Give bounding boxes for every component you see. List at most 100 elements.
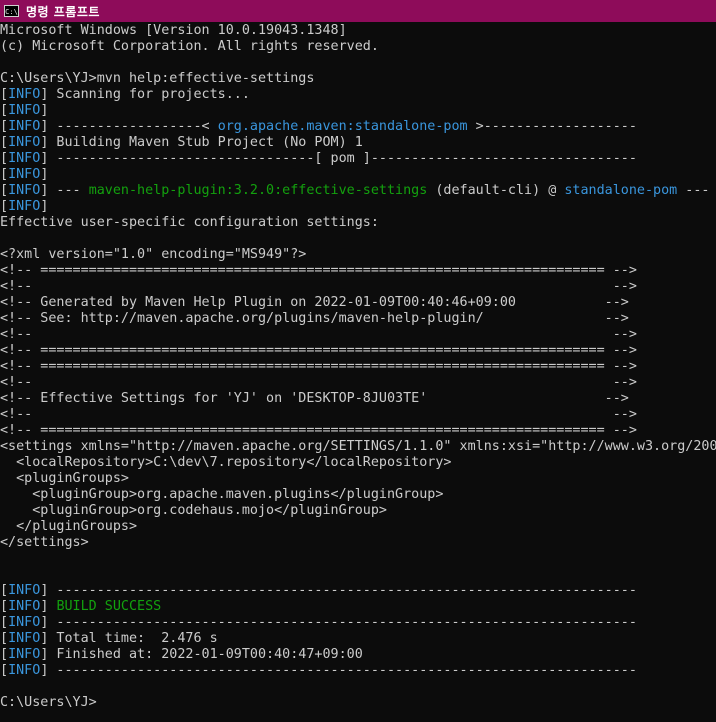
console-text: [ [0,615,9,630]
console-line: [INFO] --------------------------------[… [0,151,716,167]
console-text: <!-- --> [0,407,637,422]
console-line: [INFO] [0,167,716,183]
console-text: ] --------------------------------------… [40,615,637,630]
console-text: ] Finished at: 2022-01-09T00:40:47+09:00 [40,647,363,662]
console-text-info: INFO [8,151,41,166]
console-line: C:\Users\YJ>mvn help:effective-settings [0,71,716,87]
console-text: Effective user-specific configuration se… [0,215,379,230]
console-line: <settings xmlns="http://maven.apache.org… [0,439,716,455]
console-text-info: INFO [8,183,41,198]
title-bar[interactable]: C:\ 명령 프롬프트 [0,0,716,22]
console-line: <localRepository>C:\dev\7.repository</lo… [0,455,716,471]
console-text: ] --------------------------------[ pom … [40,151,637,166]
console-text: <!-- ===================================… [0,263,637,278]
console-line: [INFO] Scanning for projects... [0,87,716,103]
console-line: <!-- ===================================… [0,359,716,375]
console-text: [ [0,647,9,662]
console-text: [ [0,151,9,166]
console-text: <settings xmlns="http://maven.apache.org… [0,439,716,454]
console-line: [INFO] [0,199,716,215]
console-text: [ [0,167,9,182]
console-text: >------------------- [467,119,637,134]
console-line: <!-- ===================================… [0,423,716,439]
console-text-info: INFO [8,631,41,646]
console-text-info: INFO [8,615,41,630]
console-text: [ [0,103,9,118]
console-text: </pluginGroups> [0,519,138,534]
console-text-info: INFO [8,87,41,102]
console-text: [ [0,599,9,614]
command-prompt-window: C:\ 명령 프롬프트 Microsoft Windows [Version 1… [0,0,716,722]
cmd-app-icon: C:\ [4,5,19,17]
console-line: <!-- --> [0,407,716,423]
console-text-info: INFO [8,199,41,214]
console-text: C:\Users\YJ>mvn help:effective-settings [0,71,315,86]
console-line: [INFO] [0,103,716,119]
console-line: [INFO] --- maven-help-plugin:3.2.0:effec… [0,183,716,199]
console-line: <!-- Generated by Maven Help Plugin on 2… [0,295,716,311]
console-text-info: INFO [8,647,41,662]
console-text: Microsoft Windows [Version 10.0.19043.13… [0,23,347,38]
console-text-info: INFO [8,599,41,614]
console-line: [INFO] Building Maven Stub Project (No P… [0,135,716,151]
console-text: ] [40,599,57,614]
console-text: <localRepository>C:\dev\7.repository</lo… [0,455,452,470]
console-text-info: INFO [8,135,41,150]
console-text: ] [40,199,49,214]
console-line: <pluginGroup>org.codehaus.mojo</pluginGr… [0,503,716,519]
console-line: <!-- ===================================… [0,343,716,359]
console-text: [ [0,199,9,214]
console-text-info: INFO [8,119,41,134]
console-line: [INFO] ---------------------------------… [0,583,716,599]
console-line: [INFO] BUILD SUCCESS [0,599,716,615]
console-text: ] --------------------------------------… [40,663,637,678]
console-text: (default-cli) @ [427,183,565,198]
console-line: <!-- --> [0,375,716,391]
console-line: [INFO] Total time: 2.476 s [0,631,716,647]
console-line: Effective user-specific configuration se… [0,215,716,231]
console-text: <!-- ===================================… [0,359,637,374]
console-text: </settings> [0,535,89,550]
console-text: <pluginGroups> [0,471,129,486]
console-text: <?xml version="1.0" encoding="MS949"?> [0,247,307,262]
console-text-info: INFO [8,103,41,118]
console-text: <pluginGroup>org.apache.maven.plugins</p… [0,487,444,502]
console-text: <!-- --> [0,327,637,342]
console-text: --- [677,183,710,198]
console-line: <!-- See: http://maven.apache.org/plugin… [0,311,716,327]
console-text: C:\Users\YJ> [0,695,97,710]
console-text: <!-- ===================================… [0,423,637,438]
console-line: </settings> [0,535,716,551]
console-text: <!-- Effective Settings for 'YJ' on 'DES… [0,391,629,406]
console-text: (c) Microsoft Corporation. All rights re… [0,39,379,54]
console-text: <!-- --> [0,279,637,294]
console-text-cyan: standalone-pom [564,183,678,198]
console-line: <!-- --> [0,327,716,343]
console-text-green: BUILD SUCCESS [56,599,162,614]
console-line: [INFO] ---------------------------------… [0,615,716,631]
console-text: ] Building Maven Stub Project (No POM) 1 [40,135,363,150]
console-line: <?xml version="1.0" encoding="MS949"?> [0,247,716,263]
console-line: [INFO] ------------------< org.apache.ma… [0,119,716,135]
window-title: 명령 프롬프트 [26,4,100,19]
console-output[interactable]: Microsoft Windows [Version 10.0.19043.13… [0,23,716,722]
console-text: ] Total time: 2.476 s [40,631,218,646]
console-line: <pluginGroup>org.apache.maven.plugins</p… [0,487,716,503]
console-line: Microsoft Windows [Version 10.0.19043.13… [0,23,716,39]
console-text: <!-- Generated by Maven Help Plugin on 2… [0,295,629,310]
console-text: [ [0,87,9,102]
console-text: <pluginGroup>org.codehaus.mojo</pluginGr… [0,503,387,518]
console-line: </pluginGroups> [0,519,716,535]
console-line: (c) Microsoft Corporation. All rights re… [0,39,716,55]
console-line: <!-- Effective Settings for 'YJ' on 'DES… [0,391,716,407]
console-line: [INFO] ---------------------------------… [0,663,716,679]
console-text: ] --- [40,183,89,198]
console-text-info: INFO [8,663,41,678]
console-text: [ [0,583,9,598]
console-line: <pluginGroups> [0,471,716,487]
console-text: ] --------------------------------------… [40,583,637,598]
console-text: <!-- ===================================… [0,343,637,358]
